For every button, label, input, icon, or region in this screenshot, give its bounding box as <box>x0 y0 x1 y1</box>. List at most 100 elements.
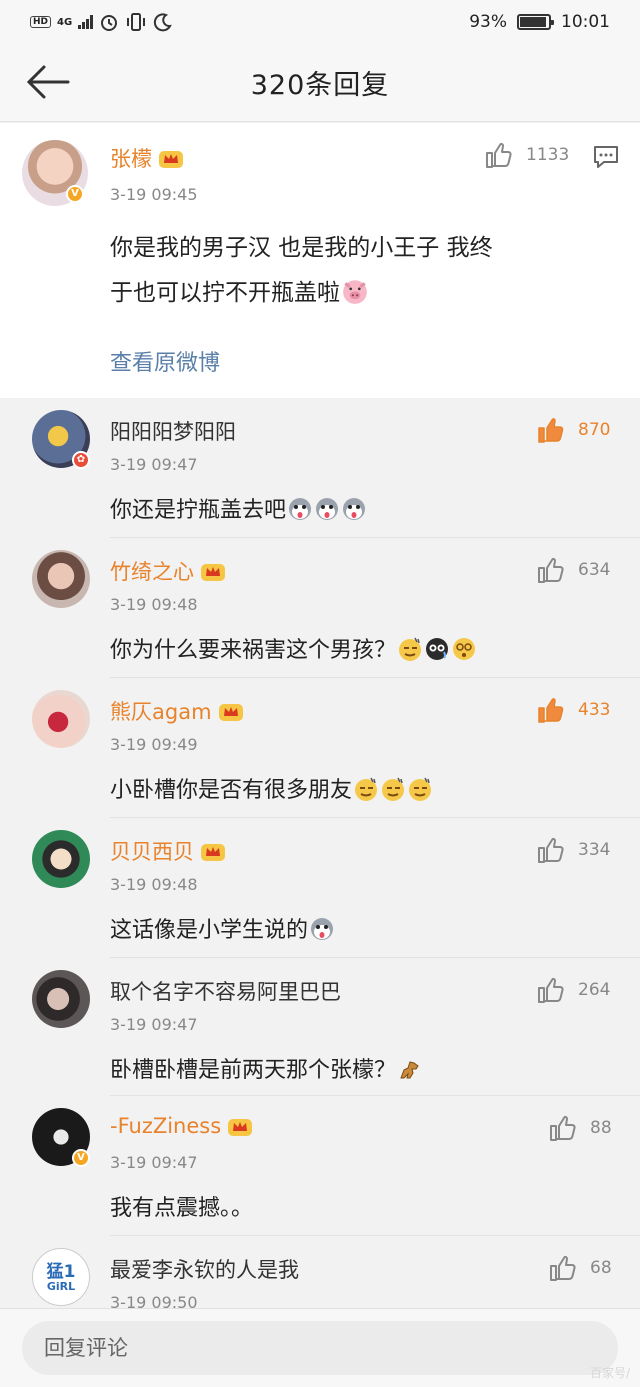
username-link[interactable]: 最爱李永钦的人是我 <box>110 1254 299 1284</box>
dizzy-emoji <box>453 638 476 660</box>
battery-fill <box>520 17 547 27</box>
reply-text: 这话像是小学生说的 <box>110 918 309 943</box>
sweat-emoji <box>399 637 422 661</box>
like-button[interactable]: 264 <box>536 976 610 1004</box>
avatar[interactable] <box>32 550 90 608</box>
alarm-icon <box>101 15 118 31</box>
username: 取个名字不容易阿里巴巴 <box>110 980 341 1004</box>
username: 最爱李永钦的人是我 <box>110 1258 299 1282</box>
reply-time: 3-19 09:48 <box>110 875 198 894</box>
reply-item: 取个名字不容易阿里巴巴 3-19 09:47 264 卧槽卧槽是前两天那个张檬？ <box>0 958 640 1096</box>
verified-badge-icon: V <box>72 1149 90 1167</box>
reply-text-wrap: 卧槽卧槽是前两天那个张檬？ <box>110 1052 423 1084</box>
comment-time: 3-19 09:45 <box>110 185 198 204</box>
thumbs-up-icon <box>550 1255 576 1281</box>
username: 贝贝西贝 <box>110 840 194 864</box>
avatar[interactable]: 猛1 GiRL <box>32 1248 90 1306</box>
username: -FuzZiness <box>110 1114 222 1138</box>
vip-crown-icon <box>228 1119 253 1136</box>
avatar[interactable] <box>32 690 90 748</box>
reply-text: 卧槽卧槽是前两天那个张檬？ <box>110 1058 397 1083</box>
reply-item: 竹绮之心 3-19 09:48 634 你为什么要来祸害这个男孩？ <box>0 538 640 678</box>
pig-emoji <box>343 280 367 304</box>
sweat-emoji <box>382 777 405 801</box>
username-link[interactable]: 竹绮之心 <box>110 556 226 586</box>
husky-emoji <box>316 498 339 520</box>
like-button[interactable]: 870 <box>536 416 610 444</box>
network-label: 4G <box>57 16 73 28</box>
vibrate-icon <box>127 13 146 31</box>
husky-emoji <box>289 498 312 520</box>
reply-item: V -FuzZiness 3-19 09:47 88 我有点震撼。。 <box>0 1096 640 1236</box>
husky-emoji <box>343 498 366 520</box>
hd-icon: HD <box>30 16 52 28</box>
username-link[interactable]: 阳阳阳梦阳阳 <box>110 416 236 446</box>
thumbs-up-icon <box>538 837 564 863</box>
comment-text-line1: 你是我的男子汉 也是我的小王子 我终 <box>110 235 493 261</box>
avatar[interactable] <box>32 970 90 1028</box>
sweat-emoji <box>355 777 378 801</box>
like-count: 870 <box>578 420 611 440</box>
like-count: 433 <box>578 700 611 720</box>
like-button[interactable]: 88 <box>548 1114 612 1142</box>
sweat-emoji <box>409 777 432 801</box>
username: 阳阳阳梦阳阳 <box>110 420 236 444</box>
username: 竹绮之心 <box>110 560 194 584</box>
username-link[interactable]: 贝贝西贝 <box>110 836 226 866</box>
thumbs-up-icon <box>486 142 512 168</box>
reply-text-wrap: 我有点震撼。。 <box>110 1190 253 1222</box>
view-original-weibo-link[interactable]: 查看原微博 <box>110 345 220 377</box>
reply-time: 3-19 09:47 <box>110 455 198 474</box>
badge-icon: ✿ <box>72 451 90 469</box>
avatar[interactable] <box>32 830 90 888</box>
avatar-subtext: GiRL <box>46 1280 76 1293</box>
reply-text: 我有点震撼。。 <box>110 1196 254 1221</box>
vip-crown-icon <box>201 844 225 861</box>
horse-emoji <box>400 1061 419 1079</box>
reply-item: ✿ 阳阳阳梦阳阳 3-19 09:47 870 你还是拧瓶盖去吧 <box>0 398 640 538</box>
bottom-bar: 回复评论 百家号/ <box>0 1308 640 1387</box>
avatar-text: 猛1 <box>46 1262 76 1282</box>
main-comment: V 张檬 3-19 09:45 1133 你是我的男子汉 也是我的小王子 我终 … <box>0 123 640 398</box>
reply-text: 你还是拧瓶盖去吧 <box>110 498 287 523</box>
reply-time: 3-19 09:48 <box>110 595 198 614</box>
reply-time: 3-19 09:47 <box>110 1015 198 1034</box>
back-arrow-icon[interactable] <box>24 62 72 102</box>
comment-icon[interactable] <box>592 144 620 170</box>
reply-text-wrap: 你为什么要来祸害这个男孩？ <box>110 632 477 664</box>
like-count: 264 <box>578 980 611 1000</box>
reply-text: 你为什么要来祸害这个男孩？ <box>110 638 397 663</box>
thumbs-up-icon <box>550 1115 576 1141</box>
clock: 10:01 <box>561 12 610 32</box>
vip-crown-icon <box>159 151 183 168</box>
like-button[interactable]: 68 <box>548 1254 612 1282</box>
reply-time: 3-19 09:49 <box>110 735 198 754</box>
battery-icon <box>517 14 554 30</box>
thumbs-up-icon <box>538 557 564 583</box>
like-count: 68 <box>590 1258 612 1278</box>
battery-percent: 93% <box>469 12 507 32</box>
reply-comment-input[interactable]: 回复评论 <box>22 1321 618 1375</box>
comment-text-line2: 于也可以拧不开瓶盖啦 <box>110 280 340 306</box>
like-count: 634 <box>578 560 611 580</box>
nav-bar: 320条回复 <box>0 44 640 122</box>
husky-emoji <box>311 918 334 940</box>
reply-text-wrap: 你还是拧瓶盖去吧 <box>110 492 367 524</box>
username-link[interactable]: 熊仄agam <box>110 696 244 726</box>
reply-item: 贝贝西贝 3-19 09:48 334 这话像是小学生说的 <box>0 818 640 958</box>
like-button[interactable]: 634 <box>536 556 610 584</box>
username-link[interactable]: 取个名字不容易阿里巴巴 <box>110 976 341 1006</box>
like-button[interactable]: 433 <box>536 696 610 724</box>
verified-badge-icon: V <box>66 185 84 203</box>
like-button[interactable]: 1133 <box>484 141 569 169</box>
reply-item: 猛1 GiRL 最爱李永钦的人是我 3-19 09:50 68 <box>0 1236 640 1312</box>
username: 张檬 <box>110 147 152 171</box>
comment-text-line2-wrap: 于也可以拧不开瓶盖啦 <box>110 273 369 307</box>
username-link[interactable]: 张檬 <box>110 143 184 173</box>
like-count: 88 <box>590 1118 612 1138</box>
signal-icon <box>78 15 94 29</box>
like-button[interactable]: 334 <box>536 836 610 864</box>
reply-time: 3-19 09:47 <box>110 1153 198 1172</box>
username-link[interactable]: -FuzZiness <box>110 1114 253 1138</box>
cry-emoji <box>426 638 449 660</box>
